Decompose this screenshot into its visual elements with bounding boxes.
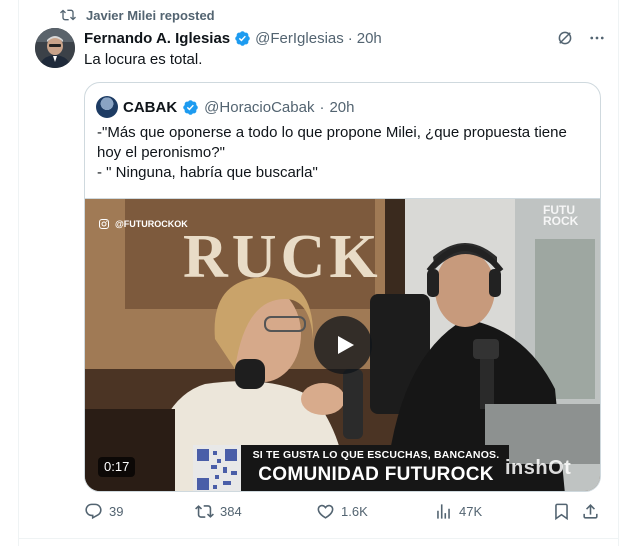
bookmark-button[interactable] bbox=[552, 500, 571, 522]
heart-icon bbox=[317, 504, 334, 519]
repost-button[interactable]: 384 bbox=[195, 500, 242, 522]
quoted-text-line: -"Más que oponerse a todo lo que propone… bbox=[97, 124, 567, 141]
views-button[interactable]: 47K bbox=[434, 500, 482, 522]
qr-code bbox=[193, 445, 241, 491]
instagram-icon bbox=[99, 219, 109, 229]
video-duration: 0:17 bbox=[98, 457, 136, 477]
instagram-tag: @FUTUROCKOK bbox=[98, 218, 188, 230]
reply-button[interactable]: 39 bbox=[84, 500, 123, 522]
quoted-author-name: CABAK bbox=[123, 98, 178, 116]
quoted-text-line: - " Ninguna, habría que buscarla" bbox=[97, 164, 318, 181]
like-count: 1.6K bbox=[341, 503, 368, 519]
avatar-image bbox=[35, 28, 75, 68]
logo-text-bottom: ROCK bbox=[543, 214, 579, 228]
play-icon bbox=[338, 336, 354, 354]
share-icon bbox=[583, 503, 598, 519]
avatar[interactable] bbox=[35, 28, 75, 68]
quoted-tweet-text: -"Más que oponerse a todo lo que propone… bbox=[97, 123, 592, 183]
repost-icon bbox=[195, 504, 214, 518]
video-player[interactable]: RUCK FUTU ROCK @FUTUROCKOK SI TE GUSTA L… bbox=[85, 198, 600, 491]
quoted-text-line: hoy el peronismo?" bbox=[97, 144, 225, 161]
separator-dot: · bbox=[319, 98, 325, 116]
quoted-tweet[interactable]: CABAK @HoracioCabak · 20h -"Más que opon… bbox=[84, 82, 601, 492]
author-handle[interactable]: @FerIglesias bbox=[255, 30, 344, 47]
tweet-actions: 39 384 1.6K 47K bbox=[84, 500, 602, 522]
instagram-handle: @FUTUROCKOK bbox=[115, 219, 188, 229]
quoted-tweet-header: CABAK @HoracioCabak · 20h bbox=[96, 96, 354, 118]
repost-label: Javier Milei reposted bbox=[86, 7, 215, 23]
banner-title: COMUNIDAD FUTUROCK bbox=[258, 464, 494, 485]
share-button[interactable] bbox=[581, 500, 600, 522]
verified-badge-icon bbox=[235, 30, 250, 46]
views-chart-icon bbox=[437, 503, 450, 519]
quoted-author-handle: @HoracioCabak bbox=[204, 98, 315, 116]
tweet-divider bbox=[18, 538, 619, 539]
like-button[interactable]: 1.6K bbox=[316, 500, 368, 522]
bookmark-icon bbox=[555, 503, 568, 520]
grok-icon[interactable] bbox=[556, 29, 574, 47]
separator-dot: · bbox=[347, 29, 353, 47]
futurock-logo: FUTU ROCK bbox=[543, 204, 579, 228]
tweet-timestamp[interactable]: 20h bbox=[357, 30, 382, 47]
qr-code-pattern bbox=[193, 445, 241, 491]
inshot-watermark: inshOt bbox=[505, 457, 572, 479]
reply-count: 39 bbox=[109, 503, 124, 519]
more-options-icon[interactable] bbox=[588, 29, 606, 47]
play-button[interactable] bbox=[314, 316, 372, 374]
tweet-text: La locura es total. bbox=[84, 51, 203, 68]
view-count: 47K bbox=[459, 503, 483, 519]
quoted-avatar[interactable] bbox=[96, 96, 118, 118]
repost-context[interactable]: Javier Milei reposted bbox=[60, 6, 215, 24]
repost-icon bbox=[60, 9, 76, 21]
repost-count: 384 bbox=[220, 503, 242, 519]
tweet-top-actions bbox=[556, 28, 606, 48]
verified-badge-icon bbox=[183, 99, 198, 115]
reply-icon bbox=[85, 503, 102, 519]
quoted-timestamp: 20h bbox=[329, 98, 355, 116]
tweet-header: Fernando A. Iglesias @FerIglesias · 20h bbox=[84, 28, 382, 48]
author-name[interactable]: Fernando A. Iglesias bbox=[84, 30, 230, 47]
banner-subtitle: SI TE GUSTA LO QUE ESCUCHAS, BANCANOS. bbox=[252, 449, 500, 461]
